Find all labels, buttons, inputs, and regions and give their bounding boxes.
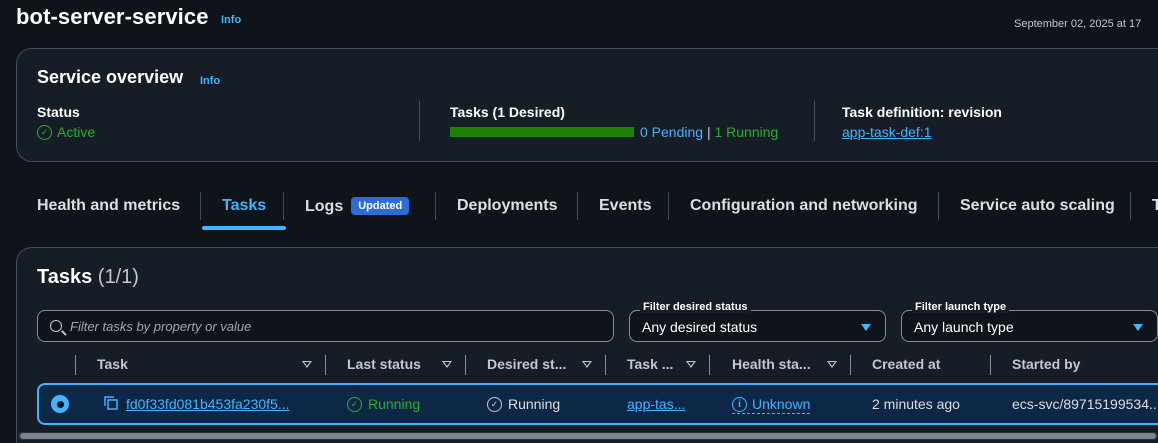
tab-label: Configuration and networking [690, 197, 918, 214]
tab-truncated[interactable]: T [1152, 186, 1158, 230]
task-search-input[interactable]: Filter tasks by property or value [37, 310, 614, 342]
column-separator [709, 355, 710, 375]
sort-icon[interactable] [442, 361, 452, 368]
sort-icon[interactable] [827, 361, 837, 368]
filter-launch-type-label: Filter launch type [912, 301, 1010, 313]
info-circle-icon: i [732, 396, 747, 412]
tasks-progress-bar [450, 127, 634, 137]
column-header-created-at[interactable]: Created at [872, 356, 940, 372]
sort-icon[interactable] [302, 361, 312, 368]
caret-down-icon [1133, 324, 1143, 331]
search-icon [50, 320, 62, 332]
tasks-title-text: Tasks [37, 266, 93, 288]
tab-label: Deployments [457, 197, 558, 214]
check-circle-icon: ✓ [487, 396, 502, 412]
overview-title: Service overview [37, 67, 184, 87]
caret-down-icon [861, 324, 871, 331]
horizontal-scrollbar[interactable] [18, 432, 1158, 440]
sort-icon[interactable] [686, 361, 696, 368]
copy-icon[interactable] [103, 395, 119, 411]
last-updated-timestamp: September 02, 2025 at 17 [1014, 18, 1142, 30]
column-divider [419, 101, 420, 141]
health-status-text: Unknown [752, 396, 811, 412]
column-header-task-definition[interactable]: Task ... [627, 356, 673, 372]
taskdef-label: Task definition: revision [842, 104, 1002, 120]
tab-label: Health and metrics [37, 197, 181, 214]
last-status-text: Running [368, 396, 421, 412]
tab-separator [200, 192, 201, 220]
filter-desired-status-select[interactable]: Any desired status [629, 310, 886, 342]
column-header-last-status[interactable]: Last status [347, 356, 421, 372]
tab-separator [577, 192, 578, 220]
desired-status-text: Running [508, 396, 561, 412]
tasks-panel: Tasks (1/1) Filter tasks by property or … [16, 247, 1158, 443]
tasks-count: (1/1) [97, 266, 139, 288]
filter-launch-type-select[interactable]: Any launch type [901, 310, 1158, 342]
tab-label: Logs [305, 198, 344, 215]
filter-desired-status-label: Filter desired status [640, 301, 751, 313]
tab-configuration-and-networking[interactable]: Configuration and networking [690, 186, 918, 230]
service-overview-panel: Service overview Info Status ✓ Active Ta… [16, 48, 1158, 162]
row-select-radio[interactable] [51, 395, 69, 413]
tab-separator [668, 192, 669, 220]
tab-label: Events [599, 197, 652, 214]
status-label: Status [37, 104, 80, 120]
column-separator [605, 355, 606, 375]
filter-launch-type-value: Any launch type [914, 319, 1014, 335]
tab-service-auto-scaling[interactable]: Service auto scaling [960, 186, 1115, 230]
task-definition-link[interactable]: app-tas... [627, 396, 685, 412]
running-tasks-link[interactable]: 1 Running [714, 124, 778, 140]
tab-label: Service auto scaling [960, 197, 1115, 214]
health-status-cell[interactable]: i Unknown [732, 396, 811, 414]
tasks-label: Tasks (1 Desired) [450, 104, 565, 120]
tab-events[interactable]: Events [599, 186, 651, 230]
sort-icon[interactable] [582, 361, 592, 368]
desired-status-cell: ✓ Running [487, 396, 560, 412]
service-tabs: Health and metrics Tasks Logs Updated Dep… [16, 186, 1158, 230]
tab-label: Tasks [222, 197, 267, 214]
overview-info-link[interactable]: Info [200, 75, 220, 87]
taskdef-link[interactable]: app-task-def:1 [842, 124, 932, 140]
check-circle-icon: ✓ [347, 396, 362, 412]
table-row[interactable]: fd0f33fd081b453fa230f5... ✓ Running ✓ Ru… [37, 383, 1158, 425]
counts-separator: | [706, 124, 711, 140]
tab-separator [283, 192, 284, 220]
tab-label: T [1152, 197, 1158, 214]
status-text: Active [57, 124, 96, 140]
tasks-title: Tasks (1/1) [37, 266, 139, 289]
tab-health-and-metrics[interactable]: Health and metrics [37, 186, 180, 230]
search-placeholder: Filter tasks by property or value [70, 318, 252, 334]
tab-tasks[interactable]: Tasks [201, 186, 287, 230]
tab-logs[interactable]: Logs Updated [305, 186, 410, 230]
column-divider [814, 101, 815, 141]
pending-tasks-link[interactable]: 0 Pending [640, 124, 703, 140]
column-separator [465, 355, 466, 375]
tab-deployments[interactable]: Deployments [457, 186, 557, 230]
tab-separator [1130, 192, 1131, 220]
column-header-task[interactable]: Task [97, 356, 128, 372]
column-header-health-status[interactable]: Health sta... [732, 356, 811, 372]
task-id-link[interactable]: fd0f33fd081b453fa230f5... [126, 396, 289, 412]
check-circle-icon: ✓ [37, 124, 52, 140]
started-by-cell: ecs-svc/89715199534... [1012, 396, 1158, 412]
scrollbar-thumb[interactable] [20, 433, 1156, 439]
tab-separator [435, 192, 436, 220]
last-status-cell: ✓ Running [347, 396, 420, 412]
updated-badge: Updated [351, 197, 410, 215]
column-separator [75, 355, 76, 375]
page-info-link[interactable]: Info [221, 14, 241, 26]
column-header-started-by[interactable]: Started by [1012, 356, 1080, 372]
column-separator [850, 355, 851, 375]
tasks-counts: 0 Pending | 1 Running [640, 124, 778, 140]
column-separator [325, 355, 326, 375]
column-separator [990, 355, 991, 375]
status-value: ✓ Active [37, 124, 95, 140]
page-title: bot-server-service [16, 4, 209, 29]
created-at-cell: 2 minutes ago [872, 396, 960, 412]
filter-desired-status-value: Any desired status [642, 319, 758, 335]
radio-dot [56, 400, 64, 408]
column-header-desired-status[interactable]: Desired st... [487, 356, 566, 372]
tab-separator [938, 192, 939, 220]
tasks-progress-fill [450, 127, 634, 137]
